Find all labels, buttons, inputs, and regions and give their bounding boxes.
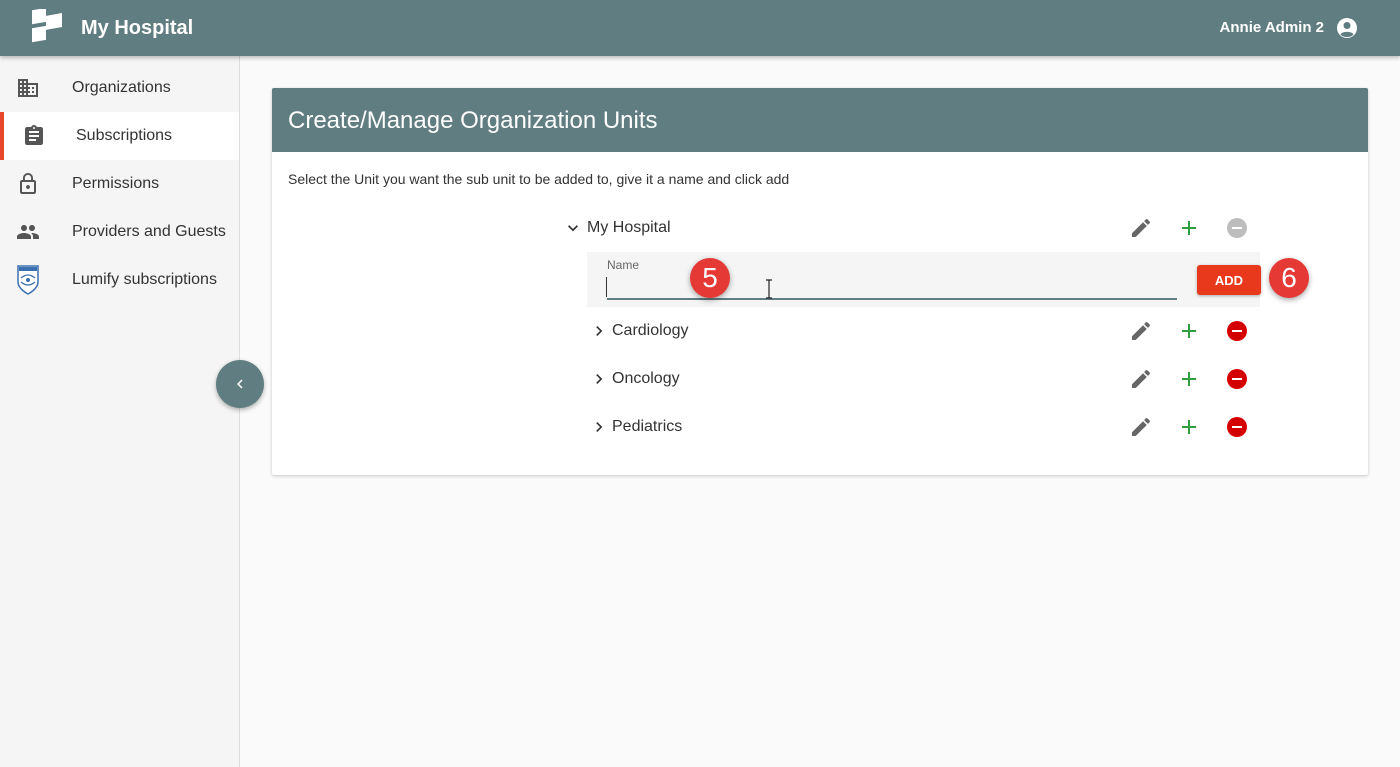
org-units-card: Create/Manage Organization Units Select … [272,88,1368,475]
sidebar-item-organizations[interactable]: Organizations [0,64,239,112]
remove-circle-icon[interactable] [1225,319,1249,343]
edit-pencil-icon[interactable] [1129,367,1153,391]
building-icon [18,79,38,97]
chevron-left-icon [237,379,243,389]
tree-item-label[interactable]: Pediatrics [612,418,682,436]
collapse-sidebar-button[interactable] [216,360,264,408]
app-logo-icon [32,9,62,43]
people-icon [17,225,39,239]
user-name[interactable]: Annie Admin 2 [1220,19,1324,36]
sidebar: Organizations Subscriptions Permissions … [0,56,240,767]
sidebar-item-label: Subscriptions [76,127,173,144]
add-plus-icon[interactable] [1177,319,1201,343]
philips-shield-icon [17,265,39,295]
add-button[interactable]: ADD [1197,265,1261,295]
page-title: Create/Manage Organization Units [288,107,658,134]
sidebar-item-lumify-subscriptions[interactable]: Lumify subscriptions [0,256,239,304]
account-circle-icon[interactable] [1335,16,1359,40]
tree-item-label[interactable]: Cardiology [612,322,688,340]
clipboard-icon [25,125,43,145]
edit-pencil-icon[interactable] [1129,319,1153,343]
sidebar-item-permissions[interactable]: Permissions [0,160,239,208]
text-cursor-icon [766,279,772,299]
remove-circle-icon [1227,218,1247,238]
sidebar-item-label: Lumify subscriptions [72,271,217,288]
add-plus-icon[interactable] [1177,216,1201,240]
add-plus-icon[interactable] [1177,415,1201,439]
tree-root-label[interactable]: My Hospital [587,219,671,237]
instruction-text: Select the Unit you want the sub unit to… [288,171,790,187]
edit-pencil-icon[interactable] [1129,216,1153,240]
card-header: Create/Manage Organization Units [272,88,1368,152]
edit-pencil-icon[interactable] [1129,415,1153,439]
chevron-right-icon[interactable] [589,321,609,341]
app-title: My Hospital [81,17,194,39]
add-sub-unit-panel: Name [587,252,1260,307]
sidebar-item-providers-and-guests[interactable]: Providers and Guests [0,208,239,256]
sidebar-item-label: Organizations [72,79,171,96]
name-field-label: Name [607,258,640,272]
tree-item-label[interactable]: Oncology [612,370,680,388]
remove-circle-icon[interactable] [1225,367,1249,391]
chevron-down-icon[interactable] [563,218,583,238]
sidebar-item-label: Permissions [72,175,160,192]
step-badge-5: 5 [690,258,730,298]
chevron-right-icon[interactable] [589,369,609,389]
top-app-bar: My Hospital Annie Admin 2 [0,0,1400,56]
chevron-right-icon[interactable] [589,417,609,437]
text-caret [606,277,607,297]
sidebar-item-subscriptions[interactable]: Subscriptions [0,112,239,160]
add-plus-icon[interactable] [1177,367,1201,391]
lock-icon [20,173,36,194]
sidebar-item-label: Providers and Guests [72,223,226,240]
remove-circle-icon[interactable] [1225,415,1249,439]
step-badge-6: 6 [1269,258,1309,298]
